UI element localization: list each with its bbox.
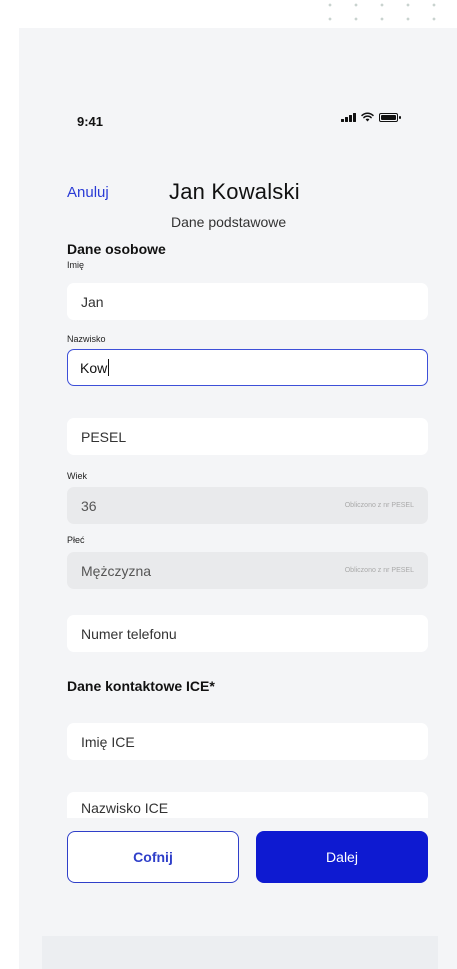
- status-bar: 9:41: [19, 28, 457, 158]
- page-subtitle: Dane podstawowe: [171, 214, 287, 230]
- last-name-field[interactable]: Kow: [67, 349, 428, 386]
- pesel-placeholder: PESEL: [81, 428, 127, 445]
- phone-screen: 9:41 Anuluj Jan Kowalski Dane podstawowe…: [19, 28, 457, 969]
- first-name-label: Imię: [67, 260, 85, 270]
- age-hint: Obliczono z nr PESEL: [344, 502, 414, 509]
- phone-number-field[interactable]: Numer telefonu: [67, 615, 428, 652]
- battery-icon: [378, 112, 401, 122]
- text-caret: [108, 359, 110, 376]
- status-time: 9:41: [77, 114, 104, 129]
- ice-last-name-placeholder: Nazwisko ICE: [81, 800, 169, 816]
- first-name-value: Jan: [81, 293, 104, 310]
- bottom-strip: [42, 936, 438, 969]
- wifi-icon: [360, 112, 374, 122]
- gender-hint: Obliczono z nr PESEL: [344, 567, 414, 574]
- last-name-value: Kow: [80, 359, 108, 376]
- age-field: 36 Obliczono z nr PESEL: [67, 487, 428, 524]
- cellular-signal-icon: [341, 112, 356, 122]
- age-value: 36: [81, 497, 97, 514]
- first-name-field[interactable]: Jan: [67, 283, 428, 320]
- back-button[interactable]: Cofnij: [67, 831, 239, 883]
- gender-value: Mężczyzna: [81, 562, 152, 579]
- age-label: Wiek: [67, 471, 87, 481]
- section-title-ice: Dane kontaktowe ICE*: [67, 678, 215, 694]
- gender-label: Płeć: [67, 535, 85, 545]
- ice-first-name-field[interactable]: Imię ICE: [67, 723, 428, 760]
- cancel-button[interactable]: Anuluj: [67, 184, 109, 201]
- decorative-dot-grid: [313, 0, 443, 22]
- ice-first-name-placeholder: Imię ICE: [81, 733, 135, 750]
- gender-field: Mężczyzna Obliczono z nr PESEL: [67, 552, 428, 589]
- next-button[interactable]: Dalej: [256, 831, 428, 883]
- pesel-field[interactable]: PESEL: [67, 418, 428, 455]
- ice-last-name-field[interactable]: Nazwisko ICE: [67, 792, 428, 818]
- last-name-label: Nazwisko: [67, 334, 106, 344]
- phone-number-placeholder: Numer telefonu: [81, 625, 177, 642]
- section-title-personal: Dane osobowe: [67, 241, 166, 257]
- page-title: Jan Kowalski: [169, 179, 300, 204]
- status-icons: [341, 112, 401, 122]
